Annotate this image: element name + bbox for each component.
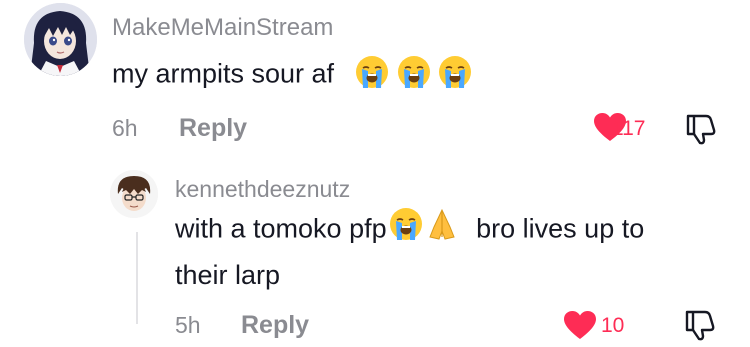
comment-username[interactable]: kennethdeeznutz — [175, 176, 350, 203]
avatar-image — [110, 170, 158, 218]
like-button[interactable] — [563, 310, 597, 345]
dislike-button[interactable] — [684, 112, 718, 151]
loudly-crying-face-icon — [389, 207, 423, 254]
reply-thread-line — [136, 232, 138, 324]
comment-timestamp: 6h — [112, 115, 138, 141]
comment-text-body: my armpits sour af — [112, 58, 335, 89]
comment-text-body: their larp — [175, 260, 281, 290]
loudly-crying-face-icon — [355, 55, 389, 96]
loudly-crying-face-icon — [397, 55, 431, 96]
comment-text-body: bro lives up to — [476, 213, 645, 244]
comment-timestamp: 5h — [175, 312, 201, 338]
folded-hands-icon — [425, 207, 459, 254]
reply-button[interactable]: Reply — [179, 114, 247, 143]
comment-text: my armpits sour af — [112, 55, 472, 96]
avatar[interactable] — [24, 3, 97, 76]
dislike-button[interactable] — [683, 308, 717, 347]
avatar[interactable] — [110, 170, 158, 218]
like-count: 10 — [601, 314, 625, 337]
thumbs-down-icon — [685, 310, 715, 341]
thumbs-down-icon — [686, 114, 716, 145]
comment-text: with a tomoko pfp bro lives up to their … — [175, 207, 750, 297]
comment-username[interactable]: MakeMeMainStream — [112, 14, 333, 42]
heart-icon — [564, 311, 596, 339]
like-count: 117 — [612, 117, 646, 140]
loudly-crying-face-icon — [438, 55, 472, 96]
reply-button[interactable]: Reply — [241, 311, 309, 340]
comment-text-body: with a tomoko pfp — [175, 213, 387, 244]
avatar-image — [24, 3, 97, 76]
